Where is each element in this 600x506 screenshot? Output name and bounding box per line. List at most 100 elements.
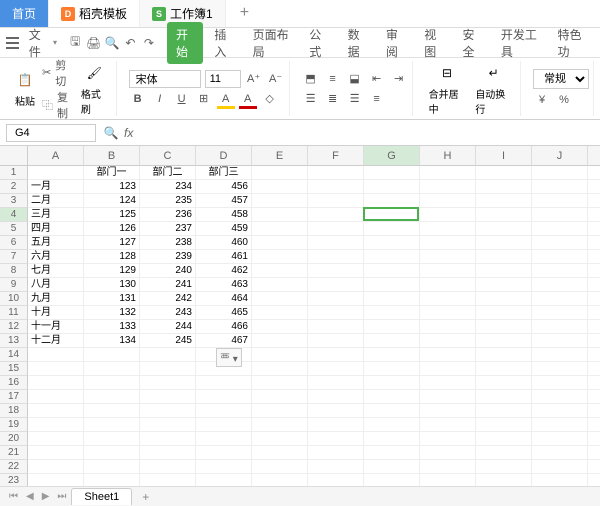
add-sheet-button[interactable]: + <box>134 488 157 506</box>
increase-font-icon[interactable]: A⁺ <box>245 70 263 88</box>
cell[interactable] <box>420 460 476 474</box>
cell[interactable] <box>364 236 420 250</box>
sheet-nav-first-icon[interactable]: ⏮ <box>6 491 21 502</box>
select-all-corner[interactable] <box>0 146 28 166</box>
row-header[interactable]: 20 <box>0 432 28 446</box>
name-box[interactable] <box>6 124 96 142</box>
cell[interactable]: 128 <box>84 250 140 264</box>
cell[interactable] <box>420 362 476 376</box>
fill-color-button[interactable]: A <box>217 90 235 108</box>
cell[interactable] <box>28 432 84 446</box>
cell[interactable] <box>84 474 140 486</box>
distribute-icon[interactable]: ≡ <box>368 90 386 108</box>
cell[interactable] <box>420 474 476 486</box>
cell[interactable]: 243 <box>140 306 196 320</box>
cells-area[interactable]: 部门一部门二部门三一月123234456二月124235457三月1252364… <box>28 166 600 486</box>
cell[interactable] <box>308 208 364 222</box>
cell[interactable] <box>476 362 532 376</box>
copy-button[interactable]: ⿻复制 <box>42 89 75 121</box>
cell[interactable] <box>364 418 420 432</box>
cell[interactable]: 十一月 <box>28 320 84 334</box>
sheet-nav-next-icon[interactable]: ▶ <box>39 491 53 502</box>
cell[interactable] <box>28 460 84 474</box>
cell[interactable] <box>140 390 196 404</box>
border-button[interactable]: ⊞ <box>195 90 213 108</box>
cell[interactable] <box>252 446 308 460</box>
cell[interactable]: 127 <box>84 236 140 250</box>
cell[interactable]: 部门三 <box>196 166 252 180</box>
cell[interactable] <box>252 222 308 236</box>
cell[interactable]: 238 <box>140 236 196 250</box>
cell[interactable] <box>532 348 588 362</box>
cell[interactable] <box>364 292 420 306</box>
ribbon-tab-8[interactable]: 开发工具 <box>492 22 547 64</box>
cell[interactable] <box>588 306 600 320</box>
ribbon-tab-6[interactable]: 视图 <box>415 22 451 64</box>
cell[interactable] <box>308 446 364 460</box>
cell[interactable] <box>532 334 588 348</box>
cell[interactable] <box>476 348 532 362</box>
wrap-text-button[interactable]: ↵ 自动换行 <box>471 60 516 118</box>
hamburger-icon[interactable] <box>6 37 19 49</box>
ribbon-tab-7[interactable]: 安全 <box>454 22 490 64</box>
cell[interactable] <box>252 278 308 292</box>
cell[interactable] <box>308 250 364 264</box>
cell[interactable]: 245 <box>140 334 196 348</box>
cell[interactable]: 124 <box>84 194 140 208</box>
cell[interactable] <box>364 432 420 446</box>
spreadsheet-grid[interactable]: ABCDEFGHIJKL 123456789101112131415161718… <box>0 146 600 486</box>
row-header[interactable]: 12 <box>0 320 28 334</box>
cell[interactable] <box>476 460 532 474</box>
cell[interactable] <box>308 474 364 486</box>
cell[interactable] <box>420 404 476 418</box>
cell[interactable]: 240 <box>140 264 196 278</box>
cell[interactable] <box>140 348 196 362</box>
cell[interactable] <box>364 208 420 222</box>
cell[interactable] <box>252 474 308 486</box>
cell[interactable]: 八月 <box>28 278 84 292</box>
cell[interactable]: 461 <box>196 250 252 264</box>
cell[interactable] <box>476 306 532 320</box>
cell[interactable] <box>588 376 600 390</box>
formula-input[interactable] <box>137 124 594 141</box>
cell[interactable] <box>532 362 588 376</box>
fx-label[interactable]: fx <box>124 126 133 140</box>
cell[interactable] <box>252 362 308 376</box>
cell[interactable] <box>364 250 420 264</box>
cell[interactable] <box>364 446 420 460</box>
cell[interactable] <box>420 306 476 320</box>
cell[interactable] <box>364 264 420 278</box>
cell[interactable] <box>588 208 600 222</box>
cell[interactable] <box>420 320 476 334</box>
cell[interactable] <box>476 474 532 486</box>
cell[interactable] <box>420 334 476 348</box>
row-header[interactable]: 1 <box>0 166 28 180</box>
cell[interactable] <box>588 418 600 432</box>
row-header[interactable]: 8 <box>0 264 28 278</box>
col-header[interactable]: C <box>140 146 196 166</box>
cell[interactable] <box>28 418 84 432</box>
cell[interactable] <box>140 446 196 460</box>
cell[interactable] <box>532 432 588 446</box>
cell[interactable] <box>420 222 476 236</box>
cell[interactable] <box>420 278 476 292</box>
col-header[interactable]: G <box>364 146 420 166</box>
cell[interactable] <box>308 334 364 348</box>
cell[interactable] <box>532 208 588 222</box>
cell[interactable]: 125 <box>84 208 140 222</box>
cell[interactable]: 三月 <box>28 208 84 222</box>
cell[interactable] <box>308 432 364 446</box>
undo-icon[interactable]: ↶ <box>122 34 138 52</box>
cell[interactable] <box>28 474 84 486</box>
ribbon-tab-9[interactable]: 特色功 <box>548 22 593 64</box>
cell[interactable] <box>308 292 364 306</box>
cell[interactable] <box>140 404 196 418</box>
col-header[interactable]: I <box>476 146 532 166</box>
cell[interactable] <box>84 362 140 376</box>
cell[interactable] <box>476 334 532 348</box>
cell[interactable] <box>28 404 84 418</box>
cell[interactable] <box>588 362 600 376</box>
cell[interactable] <box>28 348 84 362</box>
cell[interactable] <box>308 222 364 236</box>
cell[interactable] <box>308 306 364 320</box>
